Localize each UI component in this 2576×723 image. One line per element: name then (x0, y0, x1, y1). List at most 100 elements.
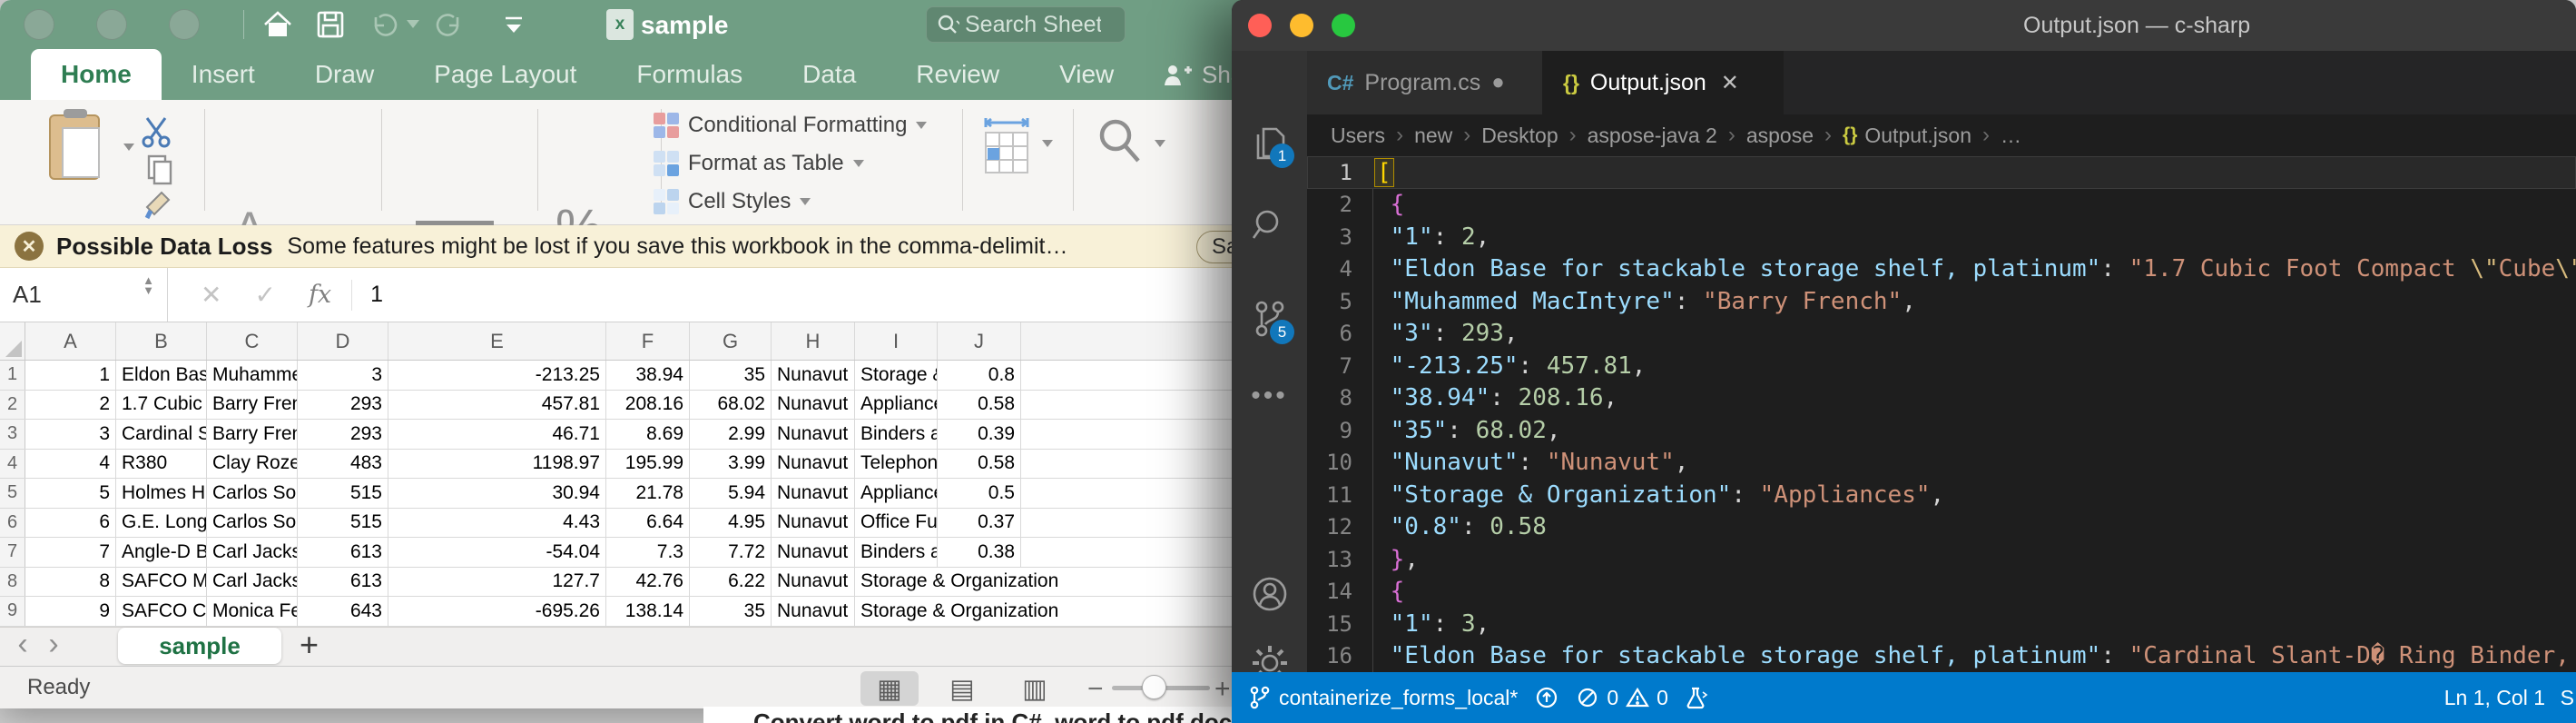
problems-item[interactable]: 0 0 (1576, 686, 1668, 710)
page-layout-view-button[interactable]: ▤ (933, 671, 991, 706)
code-line-15[interactable]: 15 "1": 3, (1307, 608, 2576, 640)
row-header-9[interactable]: 9 (0, 597, 25, 626)
code-line-8[interactable]: 8 "38.94": 208.16, (1307, 382, 2576, 415)
name-box[interactable]: A1 ▲▼ (0, 268, 168, 322)
cell-I9[interactable]: Storage & Organization (855, 597, 1021, 626)
cell-E5[interactable]: 30.94 (388, 479, 606, 508)
cell-A4[interactable]: 4 (25, 450, 116, 479)
cell-A5[interactable]: 5 (25, 479, 116, 508)
cut-button[interactable] (138, 114, 174, 154)
cell-D4[interactable]: 483 (298, 450, 388, 479)
column-header-H[interactable]: H (772, 322, 855, 360)
code-line-13[interactable]: 13 }, (1307, 543, 2576, 576)
code-line-6[interactable]: 6 "3": 293, (1307, 318, 2576, 351)
add-sheet-button[interactable]: + (300, 626, 319, 664)
ribbon-tab-draw[interactable]: Draw (285, 49, 404, 100)
code-editor[interactable]: 1[2 {3 "1": 2,4 "Eldon Base for stackabl… (1307, 156, 2576, 672)
row-header-4[interactable]: 4 (0, 450, 25, 479)
row-header-2[interactable]: 2 (0, 391, 25, 420)
prev-sheet-icon[interactable]: ‹ (7, 627, 38, 662)
ribbon-tab-review[interactable]: Review (886, 49, 1029, 100)
cell-I7[interactable]: Binders and Binder Accessories (855, 538, 938, 567)
cell-styles-button[interactable]: Cell Styles (654, 189, 811, 214)
cell-H5[interactable]: Nunavut (772, 479, 855, 508)
cell-I2[interactable]: Appliances (855, 391, 938, 420)
customize-toolbar-icon[interactable] (496, 8, 532, 41)
cell-I4[interactable]: Telephones and Communication (855, 450, 938, 479)
cell-H8[interactable]: Nunavut (772, 568, 855, 597)
code-line-3[interactable]: 3 "1": 2, (1307, 221, 2576, 253)
search-sheet-box[interactable] (926, 6, 1126, 43)
cell-G1[interactable]: 35 (690, 361, 772, 390)
close-tab-icon[interactable]: ✕ (1721, 70, 1739, 96)
code-line-12[interactable]: 12 "0.8": 0.58 (1307, 511, 2576, 544)
cell-E2[interactable]: 457.81 (388, 391, 606, 420)
cell-D6[interactable]: 515 (298, 509, 388, 538)
cell-J3[interactable]: 0.39 (938, 420, 1021, 449)
cell-A7[interactable]: 7 (25, 538, 116, 567)
cell-E8[interactable]: 127.7 (388, 568, 606, 597)
cell-F5[interactable]: 21.78 (606, 479, 690, 508)
cell-C9[interactable]: Monica Federle (207, 597, 298, 626)
launch-flask-icon[interactable] (1685, 685, 1708, 710)
paste-dropdown-icon[interactable] (123, 144, 134, 151)
ribbon-tab-view[interactable]: View (1029, 49, 1144, 100)
cell-I8[interactable]: Storage & Organization (855, 568, 1021, 597)
tab-output-json[interactable]: {} Output.json ✕ (1543, 51, 1784, 114)
cell-C6[interactable]: Carlos Soltero (207, 509, 298, 538)
breadcrumb-item-new[interactable]: new (1414, 124, 1452, 148)
ribbon-tab-home[interactable]: Home (31, 49, 162, 100)
cell-A6[interactable]: 6 (25, 509, 116, 538)
ribbon-tab-page-layout[interactable]: Page Layout (404, 49, 606, 100)
code-line-2[interactable]: 2 { (1307, 189, 2576, 222)
editing-button[interactable] (1093, 114, 1147, 175)
zoom-window-button[interactable] (1332, 14, 1355, 37)
zoom-out-button[interactable]: − (1087, 674, 1104, 705)
breadcrumb-item-aspose-java-2[interactable]: aspose-java 2 (1588, 124, 1717, 148)
cell-E3[interactable]: 46.71 (388, 420, 606, 449)
cell-G9[interactable]: 35 (690, 597, 772, 626)
cell-H6[interactable]: Nunavut (772, 509, 855, 538)
column-header-C[interactable]: C (207, 322, 298, 360)
cell-G7[interactable]: 7.72 (690, 538, 772, 567)
cells-button[interactable] (978, 113, 1035, 181)
zoom-slider-knob[interactable] (1142, 675, 1166, 699)
cell-B4[interactable]: R380 (116, 450, 207, 479)
cell-B7[interactable]: Angle-D Binders with Locking Rings, Labe… (116, 538, 207, 567)
ribbon-tab-insert[interactable]: Insert (162, 49, 285, 100)
cell-G5[interactable]: 5.94 (690, 479, 772, 508)
cell-F9[interactable]: 138.14 (606, 597, 690, 626)
cell-J7[interactable]: 0.38 (938, 538, 1021, 567)
ribbon-tab-data[interactable]: Data (772, 49, 886, 100)
cell-C5[interactable]: Carlos Soltero (207, 479, 298, 508)
next-sheet-icon[interactable]: › (38, 627, 69, 662)
cell-F6[interactable]: 6.64 (606, 509, 690, 538)
cell-A2[interactable]: 2 (25, 391, 116, 420)
cell-J5[interactable]: 0.5 (938, 479, 1021, 508)
undo-dropdown-icon[interactable] (407, 20, 419, 28)
cell-H7[interactable]: Nunavut (772, 538, 855, 567)
cell-G3[interactable]: 2.99 (690, 420, 772, 449)
code-line-7[interactable]: 7 "-213.25": 457.81, (1307, 350, 2576, 382)
cell-J4[interactable]: 0.58 (938, 450, 1021, 479)
code-line-16[interactable]: 16 "Eldon Base for stackable storage she… (1307, 640, 2576, 673)
confirm-icon[interactable]: ✓ (254, 280, 275, 310)
cancel-icon[interactable]: ✕ (201, 280, 221, 310)
cell-C3[interactable]: Barry French (207, 420, 298, 449)
cell-D2[interactable]: 293 (298, 391, 388, 420)
cell-J6[interactable]: 0.37 (938, 509, 1021, 538)
cell-E1[interactable]: -213.25 (388, 361, 606, 390)
cell-D3[interactable]: 293 (298, 420, 388, 449)
row-header-3[interactable]: 3 (0, 420, 25, 449)
cell-E7[interactable]: -54.04 (388, 538, 606, 567)
column-header-B[interactable]: B (116, 322, 207, 360)
cell-H4[interactable]: Nunavut (772, 450, 855, 479)
cell-I1[interactable]: Storage & Organization (855, 361, 938, 390)
cell-G4[interactable]: 3.99 (690, 450, 772, 479)
cell-E4[interactable]: 1198.97 (388, 450, 606, 479)
row-header-8[interactable]: 8 (0, 568, 25, 597)
cell-C1[interactable]: Muhammed MacIntyre (207, 361, 298, 390)
redo-icon[interactable] (430, 8, 467, 41)
row-header-6[interactable]: 6 (0, 509, 25, 538)
cell-I3[interactable]: Binders and Binder Accessories (855, 420, 938, 449)
